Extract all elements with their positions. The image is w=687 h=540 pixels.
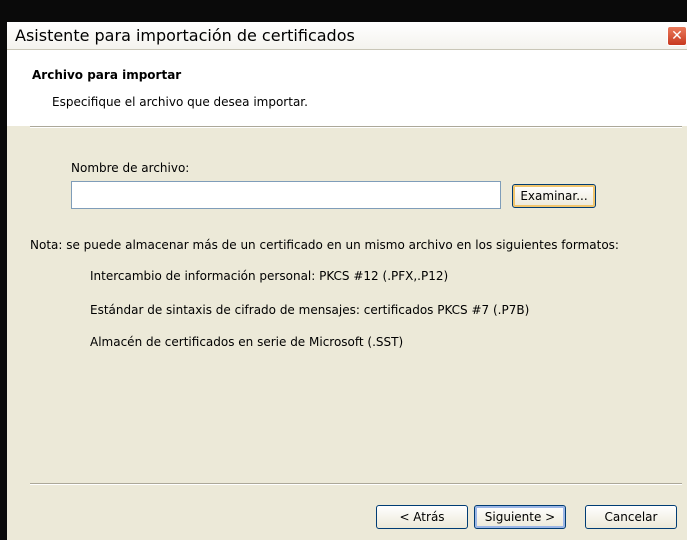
file-name-label: Nombre de archivo: xyxy=(71,161,190,175)
close-icon[interactable]: ✕ xyxy=(667,26,687,46)
cancel-button[interactable]: Cancelar xyxy=(585,505,677,529)
title-bar[interactable]: Asistente para importación de certificad… xyxy=(7,22,687,50)
header-panel xyxy=(7,50,687,126)
format-item-pkcs12: Intercambio de información personal: PKC… xyxy=(90,269,449,283)
footer-divider xyxy=(30,483,682,485)
note-text: Nota: se puede almacenar más de un certi… xyxy=(30,238,619,252)
format-item-pkcs7: Estándar de sintaxis de cifrado de mensa… xyxy=(90,303,530,317)
window-title: Asistente para importación de certificad… xyxy=(15,26,355,45)
step-title: Archivo para importar xyxy=(32,68,182,82)
file-name-input[interactable] xyxy=(71,181,501,209)
step-subtitle: Especifique el archivo que desea importa… xyxy=(52,95,308,109)
header-divider xyxy=(30,126,682,128)
back-button[interactable]: < Atrás xyxy=(376,505,468,529)
browse-button[interactable]: Examinar... xyxy=(512,184,596,208)
next-button[interactable]: Siguiente > xyxy=(474,505,566,529)
format-item-sst: Almacén de certificados en serie de Micr… xyxy=(90,335,404,349)
